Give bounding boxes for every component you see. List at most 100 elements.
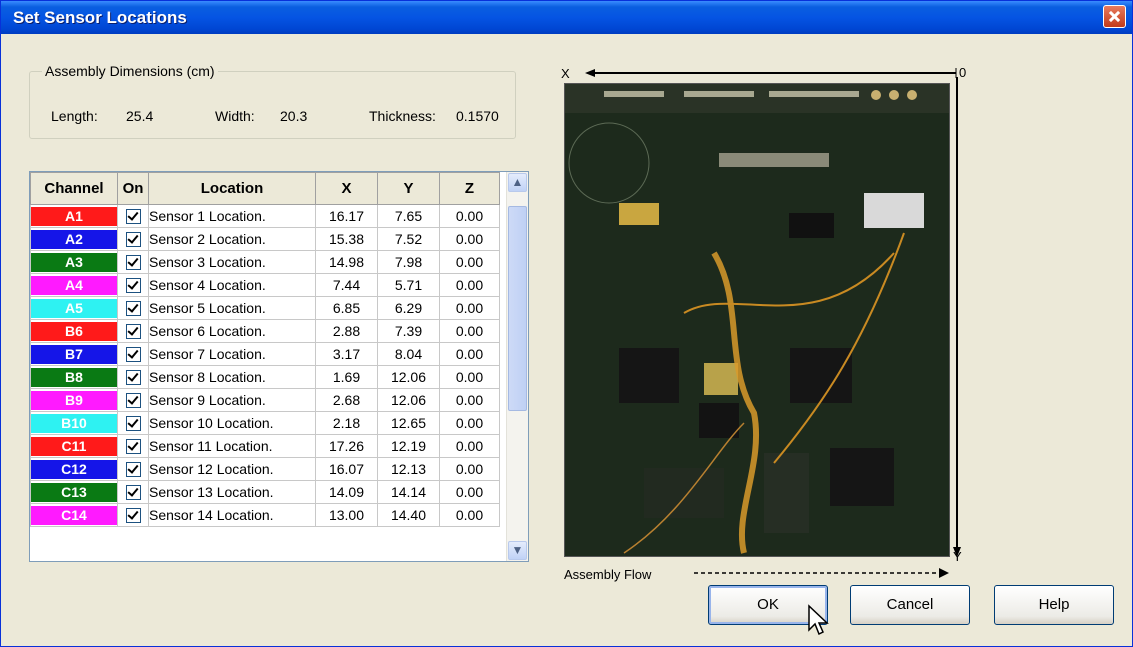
x-cell[interactable]: 2.18 [315, 411, 378, 435]
channel-cell[interactable]: B7 [30, 342, 118, 366]
scroll-up-icon[interactable]: ▲ [508, 173, 527, 192]
close-button[interactable] [1103, 5, 1126, 28]
y-cell[interactable]: 12.65 [377, 411, 440, 435]
table-row[interactable]: B9 Sensor 9 Location. 2.68 12.06 0.00 [30, 388, 500, 412]
y-cell[interactable]: 12.06 [377, 365, 440, 389]
channel-cell[interactable]: B8 [30, 365, 118, 389]
x-cell[interactable]: 13.00 [315, 503, 378, 527]
location-cell[interactable]: Sensor 2 Location. [148, 227, 316, 251]
on-cell[interactable] [117, 250, 149, 274]
table-row[interactable]: A4 Sensor 4 Location. 7.44 5.71 0.00 [30, 273, 500, 297]
channel-cell[interactable]: B9 [30, 388, 118, 412]
location-cell[interactable]: Sensor 10 Location. [148, 411, 316, 435]
on-checkbox[interactable] [125, 416, 141, 432]
z-cell[interactable]: 0.00 [439, 296, 500, 320]
x-cell[interactable]: 2.88 [315, 319, 378, 343]
title-bar[interactable]: Set Sensor Locations [1, 1, 1132, 34]
channel-cell[interactable]: B10 [30, 411, 118, 435]
x-cell[interactable]: 1.69 [315, 365, 378, 389]
column-header-z[interactable]: Z [439, 172, 500, 205]
location-cell[interactable]: Sensor 4 Location. [148, 273, 316, 297]
table-row[interactable]: C12 Sensor 12 Location. 16.07 12.13 0.00 [30, 457, 500, 481]
table-row[interactable]: B10 Sensor 10 Location. 2.18 12.65 0.00 [30, 411, 500, 435]
x-cell[interactable]: 2.68 [315, 388, 378, 412]
on-checkbox[interactable] [125, 439, 141, 455]
help-button[interactable]: Help [994, 585, 1114, 625]
table-row[interactable]: B6 Sensor 6 Location. 2.88 7.39 0.00 [30, 319, 500, 343]
on-cell[interactable] [117, 319, 149, 343]
z-cell[interactable]: 0.00 [439, 411, 500, 435]
column-header-y[interactable]: Y [377, 172, 440, 205]
table-row[interactable]: A2 Sensor 2 Location. 15.38 7.52 0.00 [30, 227, 500, 251]
z-cell[interactable]: 0.00 [439, 273, 500, 297]
z-cell[interactable]: 0.00 [439, 457, 500, 481]
on-cell[interactable] [117, 457, 149, 481]
location-cell[interactable]: Sensor 3 Location. [148, 250, 316, 274]
location-cell[interactable]: Sensor 9 Location. [148, 388, 316, 412]
on-checkbox[interactable] [125, 209, 141, 225]
x-cell[interactable]: 6.85 [315, 296, 378, 320]
column-header-channel[interactable]: Channel [30, 172, 118, 205]
y-cell[interactable]: 6.29 [377, 296, 440, 320]
on-checkbox[interactable] [125, 347, 141, 363]
on-cell[interactable] [117, 296, 149, 320]
z-cell[interactable]: 0.00 [439, 365, 500, 389]
on-cell[interactable] [117, 411, 149, 435]
z-cell[interactable]: 0.00 [439, 480, 500, 504]
location-cell[interactable]: Sensor 1 Location. [148, 204, 316, 228]
y-cell[interactable]: 12.19 [377, 434, 440, 458]
on-cell[interactable] [117, 388, 149, 412]
on-cell[interactable] [117, 503, 149, 527]
table-row[interactable]: B8 Sensor 8 Location. 1.69 12.06 0.00 [30, 365, 500, 389]
channel-cell[interactable]: A2 [30, 227, 118, 251]
location-cell[interactable]: Sensor 14 Location. [148, 503, 316, 527]
z-cell[interactable]: 0.00 [439, 319, 500, 343]
table-vertical-scrollbar[interactable]: ▲ ▼ [506, 172, 528, 561]
table-row[interactable]: A5 Sensor 5 Location. 6.85 6.29 0.00 [30, 296, 500, 320]
z-cell[interactable]: 0.00 [439, 503, 500, 527]
column-header-on[interactable]: On [117, 172, 149, 205]
channel-cell[interactable]: A1 [30, 204, 118, 228]
x-cell[interactable]: 16.07 [315, 457, 378, 481]
y-cell[interactable]: 7.39 [377, 319, 440, 343]
channel-cell[interactable]: C13 [30, 480, 118, 504]
y-cell[interactable]: 14.40 [377, 503, 440, 527]
y-cell[interactable]: 12.06 [377, 388, 440, 412]
z-cell[interactable]: 0.00 [439, 250, 500, 274]
x-cell[interactable]: 7.44 [315, 273, 378, 297]
x-cell[interactable]: 14.98 [315, 250, 378, 274]
y-cell[interactable]: 7.65 [377, 204, 440, 228]
channel-cell[interactable]: A4 [30, 273, 118, 297]
on-checkbox[interactable] [125, 324, 141, 340]
table-row[interactable]: A1 Sensor 1 Location. 16.17 7.65 0.00 [30, 204, 500, 228]
on-checkbox[interactable] [125, 393, 141, 409]
x-cell[interactable]: 16.17 [315, 204, 378, 228]
y-cell[interactable]: 5.71 [377, 273, 440, 297]
sensor-table[interactable]: Channel On Location X Y Z A1 Sensor 1 Loc… [29, 171, 529, 562]
on-cell[interactable] [117, 227, 149, 251]
table-row[interactable]: B7 Sensor 7 Location. 3.17 8.04 0.00 [30, 342, 500, 366]
x-cell[interactable]: 14.09 [315, 480, 378, 504]
on-checkbox[interactable] [125, 485, 141, 501]
z-cell[interactable]: 0.00 [439, 204, 500, 228]
y-cell[interactable]: 12.13 [377, 457, 440, 481]
location-cell[interactable]: Sensor 13 Location. [148, 480, 316, 504]
on-checkbox[interactable] [125, 370, 141, 386]
column-header-x[interactable]: X [315, 172, 378, 205]
table-row[interactable]: C14 Sensor 14 Location. 13.00 14.40 0.00 [30, 503, 500, 527]
on-checkbox[interactable] [125, 462, 141, 478]
x-cell[interactable]: 17.26 [315, 434, 378, 458]
scroll-down-icon[interactable]: ▼ [508, 541, 527, 560]
channel-cell[interactable]: A5 [30, 296, 118, 320]
on-checkbox[interactable] [125, 232, 141, 248]
table-row[interactable]: A3 Sensor 3 Location. 14.98 7.98 0.00 [30, 250, 500, 274]
table-row[interactable]: C11 Sensor 11 Location. 17.26 12.19 0.00 [30, 434, 500, 458]
x-cell[interactable]: 15.38 [315, 227, 378, 251]
on-checkbox[interactable] [125, 278, 141, 294]
circuit-board-image[interactable] [564, 83, 950, 557]
scroll-thumb[interactable] [508, 206, 527, 411]
x-cell[interactable]: 3.17 [315, 342, 378, 366]
location-cell[interactable]: Sensor 5 Location. [148, 296, 316, 320]
channel-cell[interactable]: C11 [30, 434, 118, 458]
y-cell[interactable]: 7.52 [377, 227, 440, 251]
